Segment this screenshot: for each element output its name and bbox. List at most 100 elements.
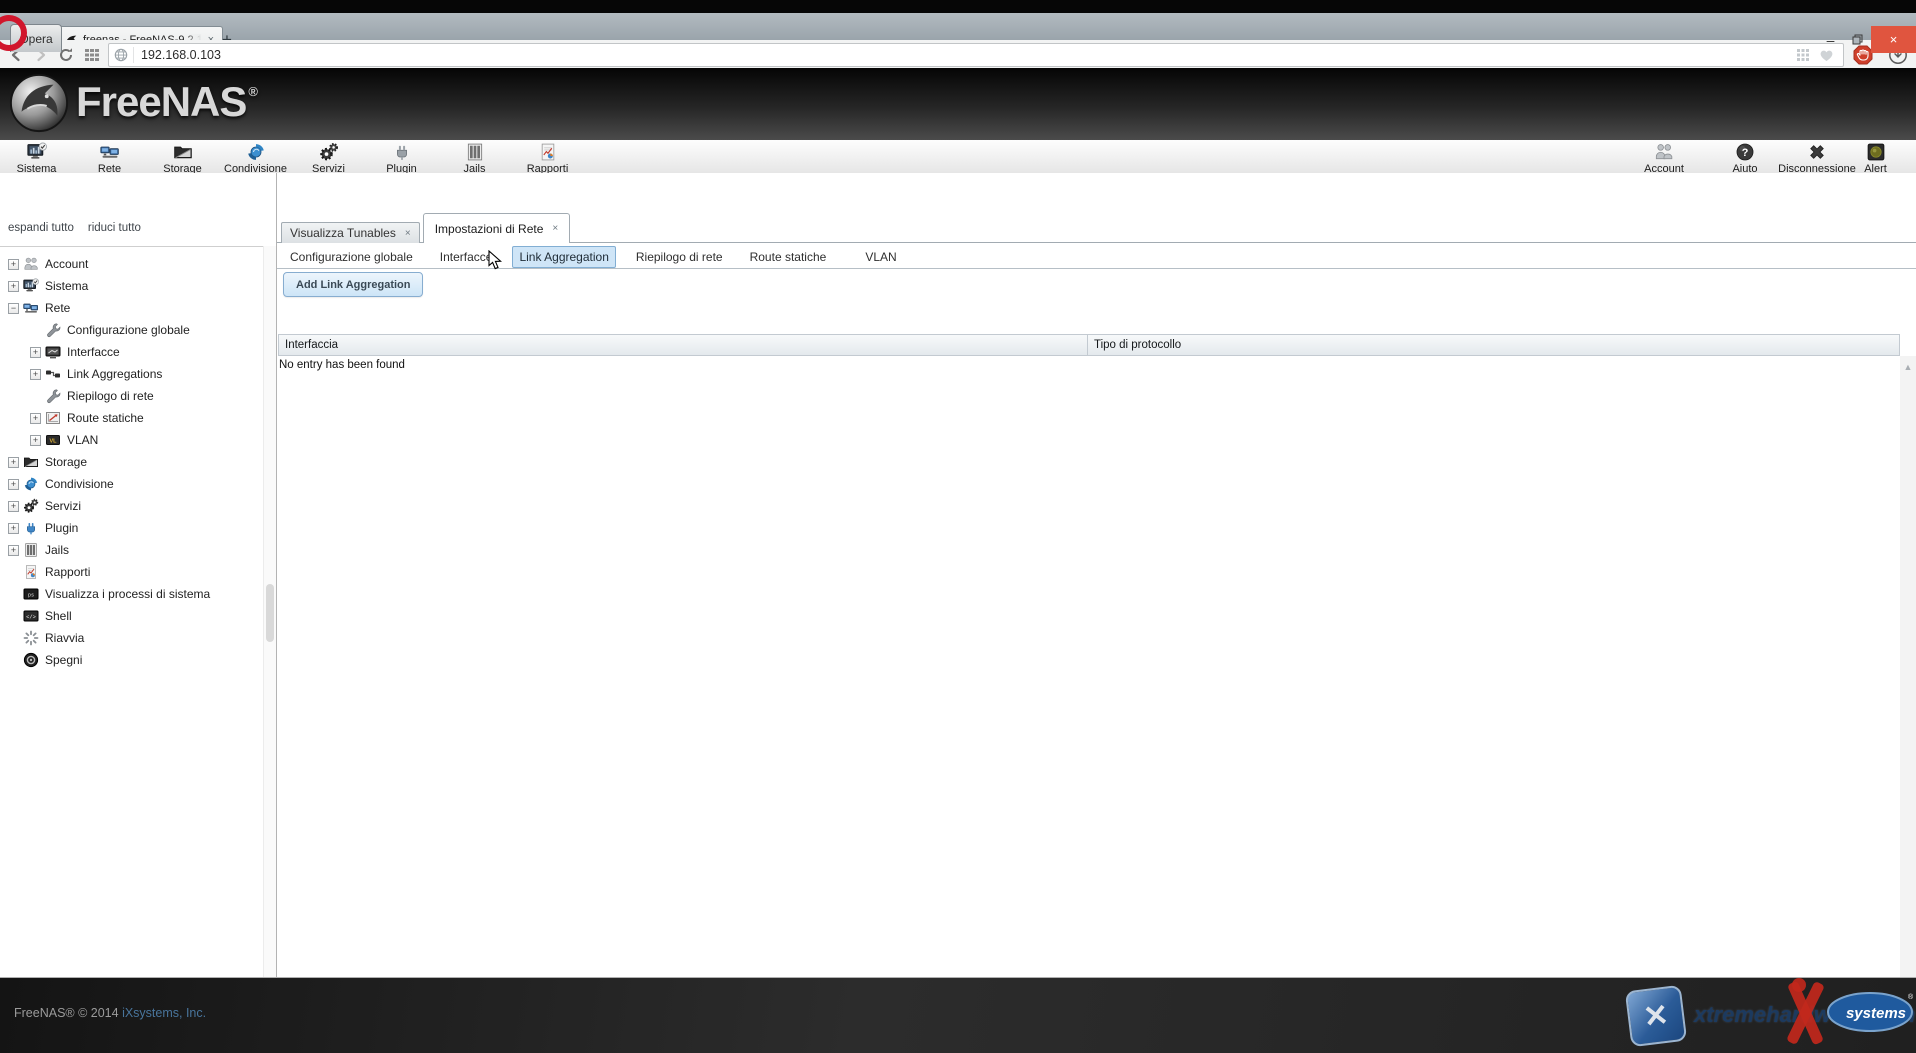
toolbar-item[interactable]: Rete — [73, 141, 146, 175]
tree-item[interactable]: Rapporti — [0, 561, 263, 583]
shutdown-icon — [23, 652, 39, 668]
window-minimize-button[interactable]: – — [1817, 26, 1844, 53]
document-tab-label: Visualizza Tunables — [290, 226, 396, 240]
folder-icon — [172, 142, 194, 162]
tree-item[interactable]: + Interfacce — [0, 341, 263, 363]
tree-item[interactable]: + Sistema — [0, 275, 263, 297]
toolbar-item[interactable]: Condivisione — [219, 141, 292, 175]
tree-toggle[interactable]: + — [8, 259, 19, 270]
window-titlebar — [0, 0, 1916, 13]
subtab[interactable]: Configurazione globale — [283, 246, 420, 268]
add-link-aggregation-button[interactable]: Add Link Aggregation — [283, 272, 423, 297]
tree-toggle[interactable]: + — [30, 369, 41, 380]
toolbar-item[interactable]: Account — [1633, 141, 1695, 175]
system-monitor-icon — [23, 278, 39, 294]
subtab[interactable]: Link Aggregation — [512, 246, 615, 268]
subtab[interactable]: VLAN — [858, 246, 903, 268]
tree-toggle[interactable]: − — [8, 303, 19, 314]
subtab[interactable]: Interfacce — [433, 246, 500, 268]
tree-item-label: Condivisione — [45, 477, 114, 491]
gears-icon — [23, 498, 39, 514]
subtabs-divider — [277, 268, 1916, 269]
sidebar-scrollbar-thumb[interactable] — [266, 584, 274, 642]
tree-item[interactable]: + VL VLAN — [0, 429, 263, 451]
subtab[interactable]: Route statiche — [743, 246, 834, 268]
tree-item-label: Visualizza i processi di sistema — [45, 587, 210, 601]
toolbar-item[interactable]: Servizi — [292, 141, 365, 175]
url-text[interactable]: 192.168.0.103 — [134, 48, 1797, 62]
toolbar-item[interactable]: Sistema — [0, 141, 73, 175]
tree-item[interactable]: + Plugin — [0, 517, 263, 539]
tree-item[interactable]: + Servizi — [0, 495, 263, 517]
tree-toggle[interactable]: + — [8, 479, 19, 490]
tree-toggle[interactable]: + — [30, 435, 41, 446]
tree-item[interactable]: + Storage — [0, 451, 263, 473]
svg-text:</>: </> — [26, 614, 36, 620]
toolbar-item[interactable]: Jails — [438, 141, 511, 175]
tree-item[interactable]: + Route statiche — [0, 407, 263, 429]
document-tab[interactable]: Visualizza Tunables × — [281, 222, 420, 243]
app-toolbar-left: Sistema Rete Storage Condivisione Serviz… — [0, 141, 584, 175]
tree-item[interactable]: Spegni — [0, 649, 263, 671]
tree-controls: espandi tutto riduci tutto — [8, 222, 141, 234]
tree-item-label: Account — [45, 257, 88, 271]
document-tab-close-icon[interactable]: × — [405, 228, 411, 239]
route-icon — [45, 410, 61, 426]
tree-item-label: Riepilogo di rete — [67, 389, 154, 403]
watermark: ✕ xtremehardware.com systems ® — [1614, 978, 1916, 1053]
window-restore-button[interactable] — [1844, 26, 1871, 53]
svg-text:ps: ps — [28, 593, 34, 599]
link-aggregation-icon — [45, 366, 61, 382]
tree-toggle[interactable]: + — [8, 523, 19, 534]
tree-item-label: Riavvia — [45, 631, 84, 645]
toolbar-item[interactable]: Storage — [146, 141, 219, 175]
tree-toggle[interactable]: + — [30, 347, 41, 358]
ixsystems-link[interactable]: iXsystems, Inc. — [122, 1006, 206, 1020]
grid-small-icon[interactable] — [1797, 49, 1809, 61]
tree-item[interactable]: </> Shell — [0, 605, 263, 627]
jail-icon — [464, 142, 486, 162]
address-bar[interactable]: 192.168.0.103 — [108, 43, 1844, 67]
document-tab-close-icon[interactable]: × — [552, 223, 558, 234]
tree-item[interactable]: + Link Aggregations — [0, 363, 263, 385]
folder-icon — [23, 454, 39, 470]
toolbar-item[interactable]: Plugin — [365, 141, 438, 175]
tree-item[interactable]: Configurazione globale — [0, 319, 263, 341]
tree-item[interactable]: + Account — [0, 253, 263, 275]
tree-item[interactable]: ps Visualizza i processi di sistema — [0, 583, 263, 605]
toolbar-item[interactable]: Rapporti — [511, 141, 584, 175]
scroll-up-icon[interactable]: ▲ — [1900, 359, 1916, 375]
tree-item[interactable]: Riepilogo di rete — [0, 385, 263, 407]
jail-icon — [23, 542, 39, 558]
speed-dial-grid-icon[interactable] — [84, 47, 100, 63]
tree-item-label: Configurazione globale — [67, 323, 190, 337]
tree-toggle[interactable]: + — [30, 413, 41, 424]
tree-toggle[interactable]: + — [8, 545, 19, 556]
tree-toggle[interactable]: + — [8, 457, 19, 468]
app-toolbar-right: Account ? Aiuto Disconnessione Alert — [1633, 141, 1912, 175]
content-scrollbar[interactable]: ▲ ▼ — [1900, 356, 1916, 1053]
tree-toggle[interactable]: + — [8, 281, 19, 292]
share-icon — [23, 476, 39, 492]
main-content: Visualizza Tunables × Impostazioni di Re… — [277, 173, 1916, 978]
column-header-tipo-di-protocollo[interactable]: Tipo di protocollo — [1088, 334, 1900, 356]
wrench-icon — [45, 322, 61, 338]
tree-item[interactable]: + Jails — [0, 539, 263, 561]
sidebar-scrollbar[interactable] — [263, 246, 276, 978]
tree-item[interactable]: Riavvia — [0, 627, 263, 649]
tree-item[interactable]: + Condivisione — [0, 473, 263, 495]
toolbar-item[interactable]: Alert — [1839, 141, 1912, 175]
tree-item-label: Shell — [45, 609, 72, 623]
browser-tabstrip: Opera freenas - FreeNAS-9.2.1.5- × + – × — [0, 13, 1916, 40]
subtab[interactable]: Riepilogo di rete — [629, 246, 730, 268]
share-icon — [245, 142, 267, 162]
document-tab[interactable]: Impostazioni di Rete × — [423, 213, 571, 243]
column-header-interfaccia[interactable]: Interfaccia — [278, 334, 1088, 356]
footer: FreeNAS® © 2014 iXsystems, Inc. ✕ xtreme… — [0, 978, 1916, 1053]
tree-toggle[interactable]: + — [8, 501, 19, 512]
collapse-all-link[interactable]: riduci tutto — [88, 222, 141, 234]
toolbar-item[interactable]: Disconnessione — [1795, 141, 1839, 175]
tree-item[interactable]: − Rete — [0, 297, 263, 319]
window-close-button[interactable]: × — [1871, 26, 1916, 53]
expand-all-link[interactable]: espandi tutto — [8, 222, 74, 234]
